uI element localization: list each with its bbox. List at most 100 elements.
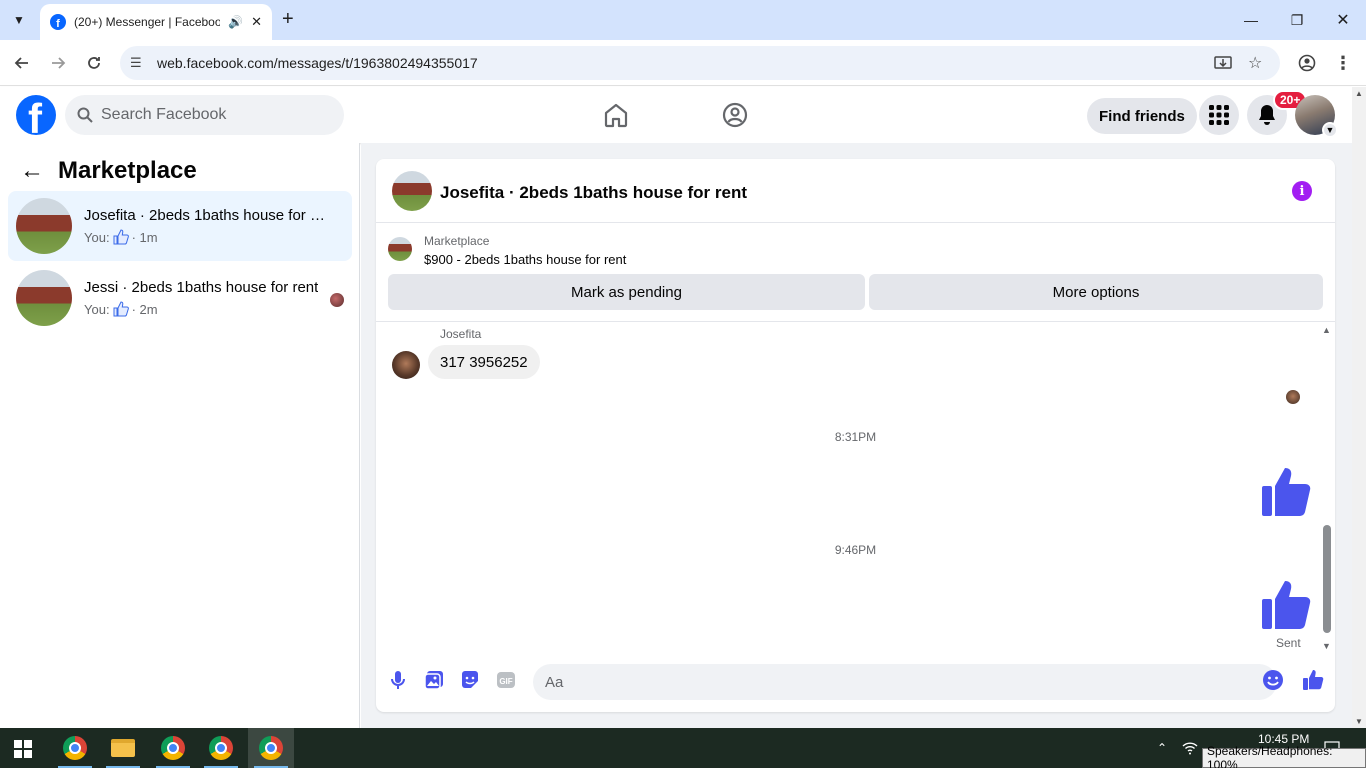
install-app-icon[interactable] — [1214, 46, 1232, 80]
listing-thumbnail — [16, 198, 72, 254]
chat-header: Josefita · 2beds 1baths house for rent i — [376, 159, 1335, 223]
windows-taskbar: ⌃ 10:45 PM — [0, 728, 1366, 768]
scrollbar-thumb[interactable] — [1323, 525, 1331, 633]
facebook-top-nav: f Find friends 20+ ▼ — [0, 87, 1352, 143]
scroll-up-arrow-icon[interactable]: ▲ — [1355, 89, 1363, 98]
minimize-window-icon[interactable]: — — [1228, 0, 1274, 40]
conversation-name: Josefita · 2beds 1baths house for rent — [84, 207, 328, 224]
more-options-button[interactable]: More options — [869, 274, 1323, 310]
home-icon[interactable] — [602, 101, 630, 129]
photo-icon[interactable] — [423, 669, 445, 691]
sender-avatar[interactable] — [392, 351, 420, 379]
reload-icon[interactable] — [81, 50, 107, 76]
emoji-icon[interactable] — [1262, 669, 1284, 691]
timestamp: 9:46PM — [834, 543, 877, 557]
windows-start-icon[interactable] — [14, 740, 32, 758]
conversation-item-jessi[interactable]: Jessi · 2beds 1baths house for rent You:… — [8, 263, 352, 333]
conversation-preview: You: · 2m — [84, 301, 158, 317]
address-bar[interactable]: ☰ web.facebook.com/messages/t/1963802494… — [120, 46, 1280, 80]
close-tab-icon[interactable]: ✕ — [251, 14, 262, 30]
chrome-icon — [161, 736, 185, 760]
url-text: web.facebook.com/messages/t/196380249435… — [157, 55, 478, 71]
like-send-icon[interactable] — [1302, 669, 1324, 691]
message-input[interactable] — [533, 664, 1277, 700]
sent-like-icon[interactable] — [1260, 466, 1312, 518]
listing-thumbnail-small[interactable] — [388, 237, 412, 261]
back-icon[interactable] — [9, 50, 35, 76]
marketplace-sidebar: ← Marketplace Josefita · 2beds 1baths ho… — [0, 143, 360, 728]
close-window-icon[interactable]: ✕ — [1320, 0, 1366, 40]
groups-icon[interactable] — [721, 101, 749, 129]
search-input[interactable] — [101, 106, 321, 124]
like-icon — [113, 229, 129, 245]
marketplace-listing-card: Marketplace $900 - 2beds 1baths house fo… — [376, 224, 1335, 322]
tab-title: (20+) Messenger | Facebook — [74, 15, 221, 29]
browser-tab-messenger[interactable]: f (20+) Messenger | Facebook 🔊 ✕ — [40, 4, 272, 40]
new-tab-button[interactable]: + — [282, 8, 294, 31]
scroll-down-arrow-icon[interactable]: ▼ — [1322, 641, 1331, 651]
speaker-icon[interactable]: 🔊 — [228, 15, 243, 29]
listing-thumbnail[interactable] — [392, 171, 432, 211]
message-scrollbar[interactable]: ▲ ▼ — [1320, 323, 1334, 653]
conversation-name: Jessi · 2beds 1baths house for rent — [84, 279, 319, 296]
mark-as-pending-button[interactable]: Mark as pending — [388, 274, 865, 310]
profile-icon[interactable] — [1294, 50, 1320, 76]
sidebar-header: ← Marketplace — [20, 157, 197, 185]
facebook-logo-icon[interactable]: f — [16, 95, 56, 135]
seen-avatar — [330, 293, 344, 307]
message-list: Josefita 317 3956252 8:31PM 9:46PM Sent … — [376, 323, 1335, 653]
taskbar-chrome-app[interactable] — [150, 728, 196, 768]
restore-window-icon[interactable]: ❐ — [1274, 0, 1320, 40]
site-info-icon[interactable]: ☰ — [130, 55, 148, 71]
tab-search-chevron-icon[interactable]: ▼ — [6, 8, 32, 32]
bookmark-star-icon[interactable]: ☆ — [1248, 46, 1262, 80]
find-friends-button[interactable]: Find friends — [1087, 98, 1197, 134]
like-icon — [113, 301, 129, 317]
gif-icon[interactable]: GIF — [495, 669, 517, 691]
back-arrow-icon[interactable]: ← — [20, 157, 44, 185]
chat-panel: Josefita · 2beds 1baths house for rent i… — [376, 159, 1335, 712]
page-scrollbar[interactable]: ▲ ▼ — [1352, 87, 1366, 728]
conversation-item-josefita[interactable]: Josefita · 2beds 1baths house for rent Y… — [8, 191, 352, 261]
sent-status: Sent — [1276, 636, 1301, 650]
search-icon — [77, 107, 93, 123]
sidebar-title: Marketplace — [58, 157, 197, 184]
wifi-icon[interactable] — [1182, 728, 1198, 768]
tray-overflow-chevron-icon[interactable]: ⌃ — [1157, 728, 1167, 768]
taskbar-chrome-app-active[interactable] — [248, 728, 294, 768]
scroll-up-arrow-icon[interactable]: ▲ — [1322, 325, 1331, 335]
volume-tooltip: Speakers/Headphones: 100% — [1202, 744, 1366, 768]
chrome-icon — [209, 736, 233, 760]
menu-grid-button[interactable] — [1199, 95, 1239, 135]
info-icon[interactable]: i — [1292, 181, 1312, 201]
message-bubble[interactable]: 317 3956252 — [428, 345, 540, 379]
message-composer: GIF — [376, 655, 1335, 712]
browser-tab-strip: ▼ f (20+) Messenger | Facebook 🔊 ✕ + — ❐… — [0, 0, 1366, 40]
sender-name: Josefita — [440, 327, 482, 341]
conversation-preview: You: · 1m — [84, 229, 158, 245]
taskbar-file-explorer[interactable] — [100, 728, 146, 768]
sticker-icon[interactable] — [459, 669, 481, 691]
browser-toolbar: ☰ web.facebook.com/messages/t/1963802494… — [0, 40, 1366, 86]
microphone-icon[interactable] — [387, 669, 409, 691]
browser-menu-icon[interactable]: ⋮ — [1330, 50, 1356, 76]
taskbar-chrome-app[interactable] — [52, 728, 98, 768]
account-avatar[interactable]: ▼ — [1295, 95, 1338, 138]
timestamp: 8:31PM — [834, 430, 877, 444]
facebook-search-box[interactable] — [65, 95, 344, 135]
read-receipt-avatar — [1286, 390, 1300, 404]
chevron-down-icon: ▼ — [1322, 122, 1338, 138]
svg-text:GIF: GIF — [499, 677, 512, 686]
sent-like-icon[interactable] — [1260, 579, 1312, 631]
scroll-down-arrow-icon[interactable]: ▼ — [1355, 717, 1363, 726]
chrome-icon — [259, 736, 283, 760]
listing-thumbnail — [16, 270, 72, 326]
marketplace-label: Marketplace — [424, 234, 490, 248]
forward-icon[interactable] — [45, 50, 71, 76]
chat-title[interactable]: Josefita · 2beds 1baths house for rent — [440, 183, 747, 203]
taskbar-chrome-app[interactable] — [198, 728, 244, 768]
folder-icon — [111, 739, 135, 757]
facebook-favicon-icon: f — [50, 14, 66, 30]
listing-title[interactable]: $900 - 2beds 1baths house for rent — [424, 252, 626, 267]
chrome-icon — [63, 736, 87, 760]
